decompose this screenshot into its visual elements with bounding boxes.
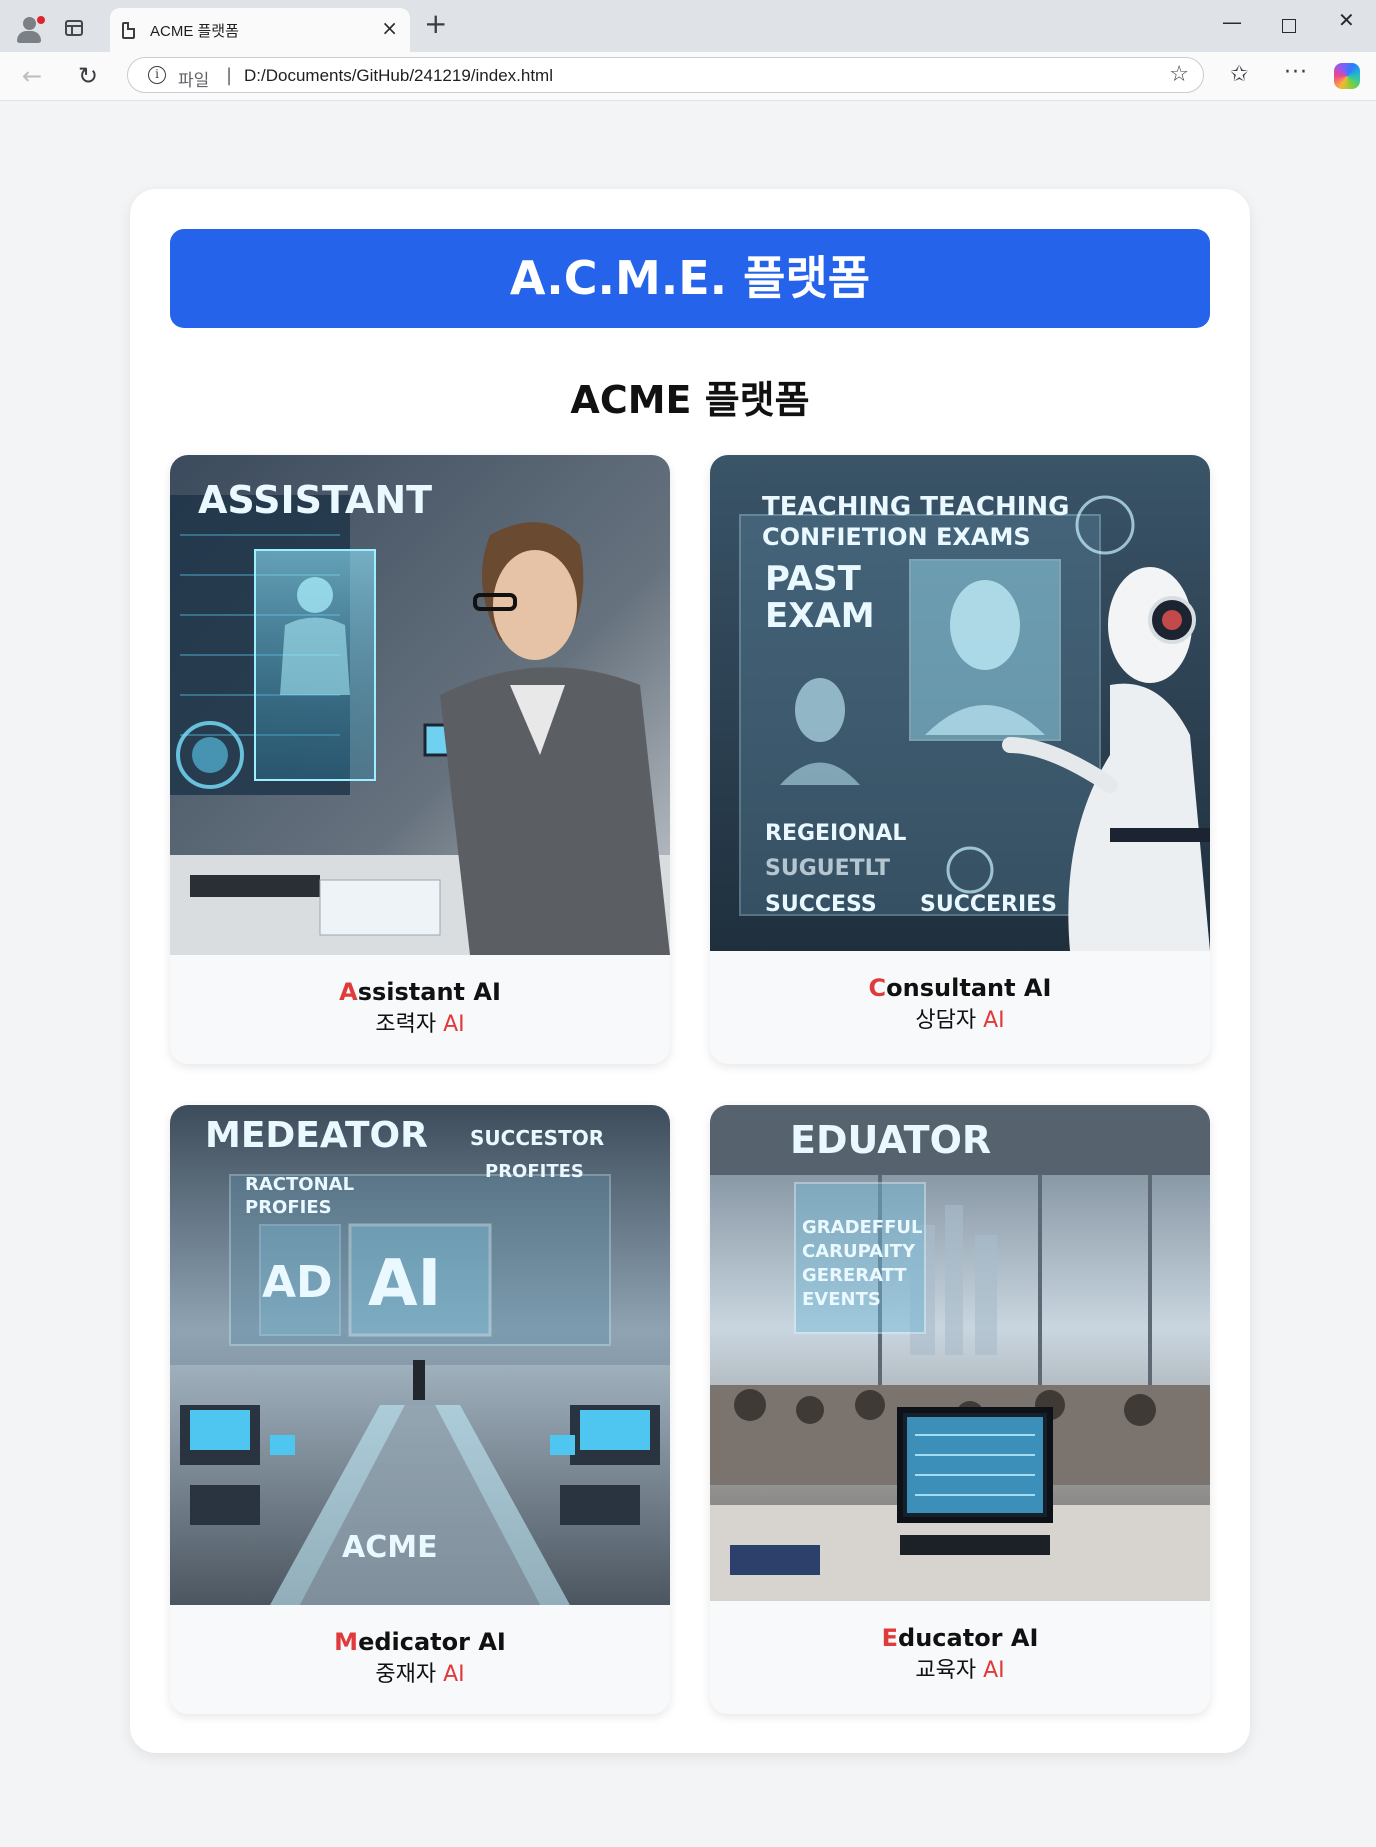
card-consultant[interactable]: TEACHING TEACHING CONFIETION EXAMS PAST …: [710, 455, 1210, 1064]
educator-image: EDUATOR GRADEFFUL CARUPAITY GERERATT EVE…: [710, 1105, 1210, 1601]
educator-image-headline: EDUATOR: [790, 1118, 991, 1162]
consultant-image-succeries: SUCCERIES: [920, 892, 1057, 917]
card-title: Educator AI: [710, 1623, 1210, 1653]
back-icon[interactable]: ←: [22, 62, 42, 90]
mediator-image-racional: RACTONAL: [245, 1174, 354, 1195]
reload-icon[interactable]: ↻: [78, 62, 98, 90]
mediator-image-profiles-right: PROFITES: [485, 1161, 584, 1182]
address-bar[interactable]: i 파일 | D:/Documents/GitHub/241219/index.…: [127, 57, 1204, 93]
tab-actions-icon[interactable]: [65, 20, 83, 36]
card-subtitle: 상담자 AI: [710, 1005, 1210, 1037]
page-subtitle: ACME 플랫폼: [570, 378, 810, 422]
maximize-button[interactable]: [1282, 19, 1296, 33]
educator-caption: Educator AI 교육자 AI: [710, 1601, 1210, 1687]
card-title-rest: ssistant AI: [357, 978, 501, 1006]
educator-image-line1: GRADEFFUL: [802, 1217, 922, 1238]
assistant-image: ASSISTANT: [170, 455, 670, 955]
consultant-image-regional: REGEIONAL: [765, 821, 906, 846]
mediator-image-headline: MEDEATOR: [205, 1115, 428, 1156]
copilot-icon[interactable]: [1334, 63, 1360, 89]
card-mediator[interactable]: MEDEATOR SUCCESTOR RACTONAL PROFIES PROF…: [170, 1105, 670, 1714]
mediator-image-ad: AD: [262, 1257, 333, 1308]
card-assistant[interactable]: ASSISTANT Assistant AI 조력자 AI: [170, 455, 670, 1064]
card-initial: C: [868, 974, 887, 1002]
consultant-image-past: PAST: [765, 559, 862, 599]
consultant-caption: Consultant AI 상담자 AI: [710, 951, 1210, 1037]
card-subtitle: 조력자 AI: [170, 1009, 670, 1041]
favorite-star-icon[interactable]: ☆: [1169, 62, 1189, 87]
educator-image-line3: GERERATT: [802, 1265, 907, 1286]
card-initial: M: [334, 1628, 359, 1656]
mediator-image-ai: AI: [368, 1247, 441, 1321]
card-subtitle-ai: AI: [443, 1662, 465, 1687]
mediator-image-successor: SUCCESTOR: [470, 1126, 604, 1150]
card-initial: A: [339, 978, 358, 1006]
card-subtitle-ko: 조력자: [375, 1012, 437, 1037]
close-window-button[interactable]: ✕: [1338, 8, 1355, 32]
card-title-rest: edicator AI: [358, 1628, 506, 1656]
info-icon[interactable]: i: [148, 66, 166, 84]
url-text[interactable]: D:/Documents/GitHub/241219/index.html: [244, 66, 553, 86]
mediator-image-profiles-left: PROFIES: [245, 1197, 332, 1218]
card-subtitle-ai: AI: [443, 1012, 465, 1037]
tab-title: ACME 플랫폼: [150, 23, 239, 40]
consultant-image-sub: SUGUETLT: [765, 856, 890, 881]
educator-image-line2: CARUPAITY: [802, 1241, 916, 1262]
new-tab-button[interactable]: +: [424, 10, 447, 38]
card-subtitle-ai: AI: [983, 1008, 1005, 1033]
card-title-rest: ducator AI: [898, 1624, 1039, 1652]
mediator-image-acme: ACME: [342, 1530, 438, 1565]
navigation-bar: ← ↻ i 파일 | D:/Documents/GitHub/241219/in…: [0, 52, 1376, 101]
main-card: A.C.M.E. 플랫폼 ACME 플랫폼 ASSISTANT Assistan…: [130, 189, 1250, 1753]
favorites-icon[interactable]: ✩: [1230, 62, 1248, 87]
browser-tab[interactable]: ACME 플랫폼 ×: [110, 8, 410, 52]
card-subtitle-ko: 상담자: [915, 1008, 977, 1033]
tab-strip: ACME 플랫폼 × + — ✕: [0, 0, 1376, 52]
profile-icon[interactable]: [14, 14, 46, 44]
card-subtitle: 교육자 AI: [710, 1655, 1210, 1687]
card-initial: E: [881, 1624, 899, 1652]
educator-image-line4: EVENTS: [802, 1289, 881, 1310]
more-icon[interactable]: ···: [1284, 60, 1308, 85]
mediator-image: MEDEATOR SUCCESTOR RACTONAL PROFIES PROF…: [170, 1105, 670, 1605]
assistant-caption: Assistant AI 조력자 AI: [170, 955, 670, 1041]
consultant-image-line1: TEACHING TEACHING: [762, 492, 1070, 522]
card-title-rest: onsultant AI: [886, 974, 1052, 1002]
card-subtitle-ai: AI: [983, 1658, 1005, 1683]
consultant-image-exam: EXAM: [765, 596, 875, 636]
address-scheme: 파일: [178, 71, 210, 91]
page-banner: A.C.M.E. 플랫폼: [170, 229, 1210, 328]
consultant-image: TEACHING TEACHING CONFIETION EXAMS PAST …: [710, 455, 1210, 951]
card-subtitle: 중재자 AI: [170, 1659, 670, 1691]
consultant-image-success: SUCCESS: [765, 892, 877, 917]
card-title: Assistant AI: [170, 977, 670, 1007]
tab-close-button[interactable]: ×: [381, 18, 398, 38]
card-educator[interactable]: EDUATOR GRADEFFUL CARUPAITY GERERATT EVE…: [710, 1105, 1210, 1714]
card-title: Consultant AI: [710, 973, 1210, 1003]
assistant-image-headline: ASSISTANT: [198, 478, 432, 522]
address-separator: |: [226, 65, 233, 86]
page-viewport: A.C.M.E. 플랫폼 ACME 플랫폼 ASSISTANT Assistan…: [2, 101, 1374, 1845]
card-subtitle-ko: 교육자: [915, 1658, 977, 1683]
minimize-button[interactable]: —: [1222, 10, 1242, 34]
document-icon: [122, 22, 135, 39]
card-subtitle-ko: 중재자: [375, 1662, 437, 1687]
card-title: Medicator AI: [170, 1627, 670, 1657]
mediator-caption: Medicator AI 중재자 AI: [170, 1605, 670, 1691]
consultant-image-line2: CONFIETION EXAMS: [762, 523, 1031, 551]
